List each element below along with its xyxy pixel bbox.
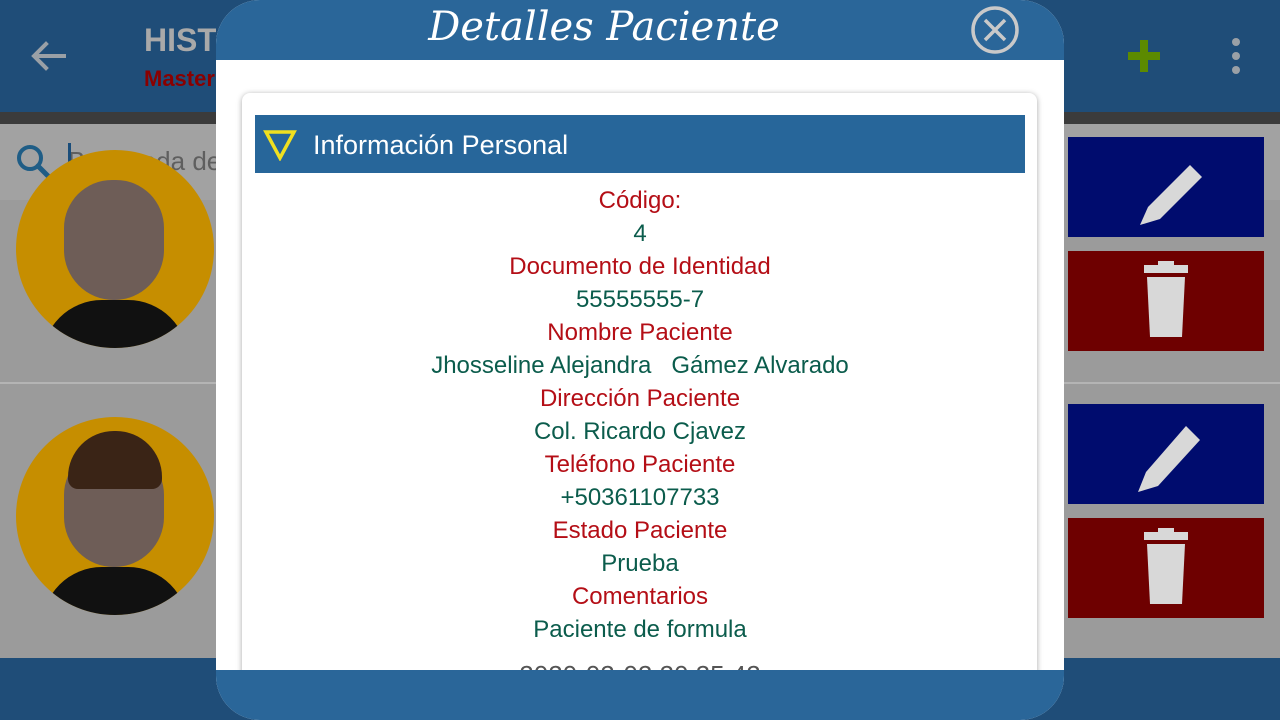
edit-button[interactable]	[1068, 137, 1264, 237]
field-label-status: Estado Paciente	[552, 517, 728, 544]
section-header-personal-info[interactable]: Información Personal	[255, 115, 1025, 173]
partial-date-line: 2020-02-02 20:25:42	[216, 657, 1064, 670]
field-value-phone: +50361107733	[560, 484, 720, 511]
section-title: Información Personal	[313, 130, 569, 160]
avatar-hair	[68, 431, 162, 489]
patient-avatar	[16, 417, 214, 615]
more-vert-icon[interactable]	[1226, 36, 1246, 76]
triangle-down-icon	[263, 130, 297, 161]
edit-button[interactable]	[1068, 404, 1264, 504]
dialog-title: Detalles Paciente	[428, 4, 780, 50]
avatar-shirt	[42, 567, 188, 615]
field-value-date: 2020-02-02 20:25:42	[519, 659, 760, 670]
field-value-address: Col. Ricardo Cjavez	[533, 418, 747, 445]
app-title: HISTORIAL	[144, 22, 216, 58]
field-label-phone: Teléfono Paciente	[544, 451, 736, 478]
dialog-header: Detalles Paciente	[216, 0, 1064, 60]
pencil-icon	[1138, 426, 1200, 492]
trash-icon	[1144, 261, 1188, 337]
add-icon[interactable]	[1124, 36, 1164, 76]
field-value-status: Prueba	[601, 550, 679, 577]
field-label-name: Nombre Paciente	[547, 319, 733, 346]
trash-icon	[1144, 528, 1188, 604]
back-arrow-icon[interactable]	[28, 36, 68, 76]
avatar-shirt	[42, 300, 188, 348]
field-label-code: Código:	[598, 187, 682, 214]
delete-button[interactable]	[1068, 251, 1264, 351]
patient-fields: Código: 4 Documento de Identidad 5555555…	[216, 184, 1064, 646]
app-subtitle: Master	[144, 66, 215, 91]
field-value-name: Jhosseline Alejandra Gámez Alvarado	[431, 352, 849, 379]
field-label-comments: Comentarios	[571, 583, 709, 610]
pencil-icon	[1140, 165, 1202, 225]
field-value-id-document: 55555555-7	[575, 286, 705, 313]
field-value-code: 4	[633, 220, 647, 247]
avatar-face	[64, 180, 164, 300]
field-label-id-document: Documento de Identidad	[509, 253, 771, 280]
patient-avatar	[16, 150, 214, 348]
close-circle-icon[interactable]	[970, 5, 1020, 55]
patient-details-dialog: Detalles Paciente Información Personal C…	[216, 0, 1064, 720]
field-value-comments: Paciente de formula	[533, 616, 747, 643]
dialog-footer	[216, 670, 1064, 720]
field-label-address: Dirección Paciente	[539, 385, 741, 412]
delete-button[interactable]	[1068, 518, 1264, 618]
